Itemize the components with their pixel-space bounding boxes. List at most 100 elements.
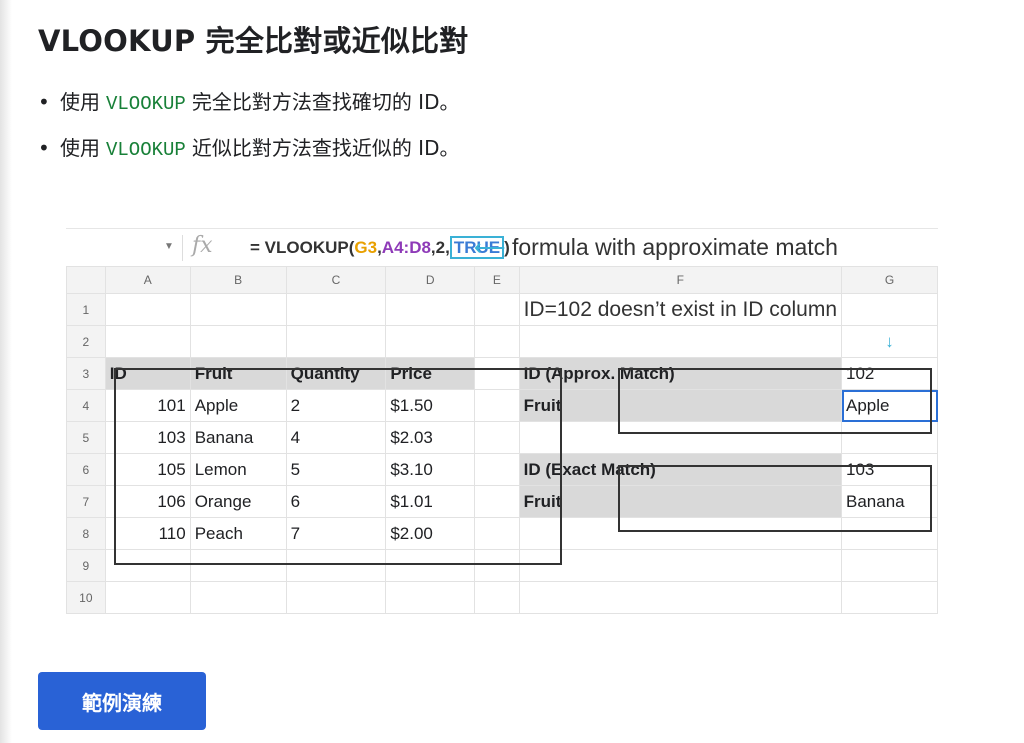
cell [385, 581, 476, 614]
cell-quantity: 6 [285, 485, 387, 518]
bullet-list: • 使用 VLOOKUP 完全比對方法查找確切的 ID。 • 使用 VLOOKUP 近似比對… [38, 80, 459, 172]
page-title: VLOOKUP 完全比對或近似比對 [38, 24, 469, 58]
table-header-cell: Fruit [189, 357, 287, 390]
cell [474, 357, 520, 390]
formula-ref-range: A4:D8 [381, 238, 431, 257]
spreadsheet-screenshot: ▼ fx = VLOOKUP(G3,A4:D8,2, TRUE) ⟵ formul… [66, 228, 938, 616]
formula-part: ,2, [430, 238, 450, 257]
missing-id-note: ID=102 doesn’t exist in ID column [518, 293, 843, 326]
cell [474, 453, 520, 486]
table-row: 5 103 Banana 4 $2.03 [66, 421, 938, 454]
code-vlookup: VLOOKUP [106, 93, 186, 115]
bullet-item: • 使用 VLOOKUP 完全比對方法查找確切的 ID。 [38, 80, 459, 126]
bullet-dot-icon: • [38, 90, 50, 114]
left-edge-shadow [0, 0, 12, 743]
formula-bar: ▼ fx = VLOOKUP(G3,A4:D8,2, TRUE) ⟵ formul… [66, 228, 938, 267]
cell [518, 325, 843, 358]
cell [474, 325, 520, 358]
exact-fruit-label: Fruit [518, 485, 843, 518]
approx-id-value: 102 [841, 357, 938, 390]
cell [841, 293, 938, 326]
cell [285, 325, 387, 358]
cell-fruit: Lemon [189, 453, 287, 486]
row-header: 4 [66, 389, 106, 422]
row-header: 7 [66, 485, 106, 518]
cell-fruit: Banana [189, 421, 287, 454]
cell-fruit: Peach [189, 517, 287, 550]
corner-cell [66, 266, 106, 294]
cell [518, 581, 843, 614]
column-header: E [474, 266, 520, 294]
cell [104, 293, 191, 326]
example-practice-button[interactable]: 範例演練 [38, 672, 206, 730]
bullet-text: 使用 [60, 136, 100, 160]
cell-id: 101 [104, 389, 191, 422]
formula-part: = VLOOKUP( [250, 238, 355, 257]
row-header: 1 [66, 293, 106, 326]
exact-id-label: ID (Exact Match) [518, 453, 843, 486]
sheet-row: 1 ID=102 doesn’t exist in ID column [66, 293, 938, 326]
cell [385, 549, 476, 582]
column-header-row: A B C D E F G [66, 266, 938, 294]
sheet-grid: A B C D E F G 1 ID=102 doesn’t exist in … [66, 266, 938, 614]
cell [518, 421, 843, 454]
cell [474, 485, 520, 518]
approx-fruit-value-selected-cell[interactable]: Apple [841, 389, 938, 422]
cell [189, 549, 287, 582]
cell [841, 517, 938, 550]
sheet-row: 2 ↓ [66, 325, 938, 358]
column-header: A [104, 266, 191, 294]
left-arrow-icon: ⟵ [474, 235, 506, 260]
column-header: B [189, 266, 287, 294]
cell-price: $1.01 [385, 485, 476, 518]
cell [474, 517, 520, 550]
cell [474, 581, 520, 614]
cell-price: $1.50 [385, 389, 476, 422]
cell [518, 549, 843, 582]
cell [385, 325, 476, 358]
table-header-cell: Price [385, 357, 476, 390]
dropdown-caret-icon: ▼ [164, 241, 174, 252]
cell-price: $3.10 [385, 453, 476, 486]
row-header: 9 [66, 549, 106, 582]
column-header: C [285, 266, 387, 294]
cell-fruit: Orange [189, 485, 287, 518]
table-row: 6 105 Lemon 5 $3.10 ID (Exact Match) 103 [66, 453, 938, 486]
cell [474, 389, 520, 422]
cell [385, 293, 476, 326]
cell-price: $2.00 [385, 517, 476, 550]
cell [104, 325, 191, 358]
bullet-text: 完全比對方法查找確切的 ID。 [191, 90, 460, 114]
column-header: G [841, 266, 938, 294]
cell [104, 549, 191, 582]
cell-id: 106 [104, 485, 191, 518]
cell-price: $2.03 [385, 421, 476, 454]
sheet-row: 9 [66, 549, 938, 582]
row-header: 2 [66, 325, 106, 358]
column-header: F [518, 266, 843, 294]
cell [474, 293, 520, 326]
formula-ref-g3: G3 [354, 238, 378, 257]
table-header-cell: Quantity [285, 357, 387, 390]
cell [104, 581, 191, 614]
table-row: 7 106 Orange 6 $1.01 Fruit Banana [66, 485, 938, 518]
formula-annotation: formula with approximate match [512, 234, 838, 260]
row-header: 10 [66, 581, 106, 614]
cell [285, 549, 387, 582]
table-row: 8 110 Peach 7 $2.00 [66, 517, 938, 550]
cell [474, 421, 520, 454]
cell [189, 293, 287, 326]
cell [285, 293, 387, 326]
row-header: 3 [66, 357, 106, 390]
bullet-text: 近似比對方法查找近似的 ID。 [191, 136, 460, 160]
bullet-dot-icon: • [38, 136, 50, 160]
cell-id: 103 [104, 421, 191, 454]
row-header: 8 [66, 517, 106, 550]
exact-id-value: 103 [841, 453, 938, 486]
cell [841, 581, 938, 614]
cell [841, 421, 938, 454]
cell [518, 517, 843, 550]
cell-quantity: 4 [285, 421, 387, 454]
bullet-item: • 使用 VLOOKUP 近似比對方法查找近似的 ID。 [38, 126, 459, 172]
approx-fruit-label: Fruit [518, 389, 843, 422]
